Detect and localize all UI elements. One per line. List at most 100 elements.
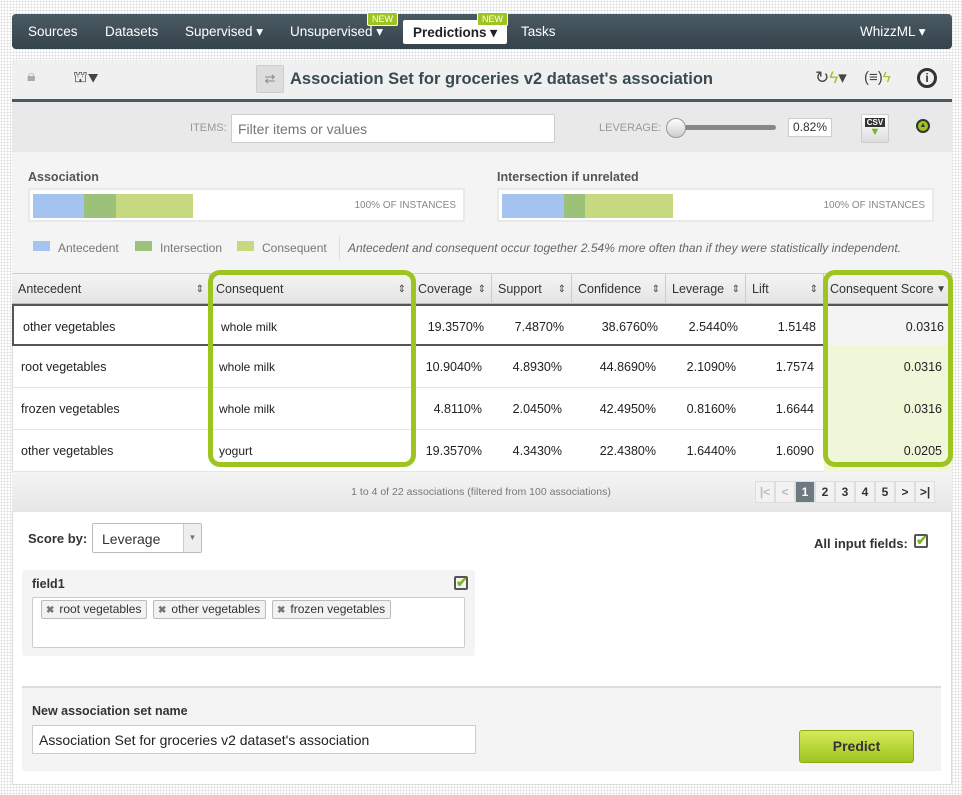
sort-icon[interactable]: ⇕: [558, 274, 566, 305]
antecedent-segment: [502, 194, 564, 218]
cell-leverage: 2.5440%: [688, 320, 738, 334]
new-name-label: New association set name: [32, 704, 188, 718]
filter-items-input[interactable]: [231, 114, 555, 143]
all-input-fields-checkbox[interactable]: ✔: [914, 533, 928, 548]
lock-icon[interactable]: 🔒︎: [27, 68, 36, 86]
prev-page-button[interactable]: <: [775, 481, 795, 503]
model-tree-icon[interactable]: ⛫▾: [73, 68, 99, 88]
first-page-button[interactable]: |<: [755, 481, 775, 503]
cell-coverage: 10.9040%: [425, 360, 482, 374]
field-checkbox[interactable]: ✔: [454, 575, 468, 590]
nav-tasks[interactable]: Tasks: [521, 14, 556, 49]
last-page-button[interactable]: >|: [915, 481, 935, 503]
intersection-segment: [84, 194, 116, 218]
page-title: Association Set for groceries v2 dataset…: [290, 70, 713, 88]
cell-support: 4.3430%: [512, 444, 562, 458]
csv-download-button[interactable]: CSV ▼: [861, 114, 889, 143]
nav-sources[interactable]: Sources: [28, 14, 78, 49]
column-header[interactable]: Support ⇕: [492, 274, 572, 305]
intersection-unrelated-label: Intersection if unrelated: [497, 170, 639, 184]
legend-antecedent: Antecedent: [58, 241, 119, 255]
consequent-highlight: [208, 270, 416, 467]
antecedent-segment: [33, 194, 84, 218]
cell-confidence: 44.8690%: [599, 360, 656, 374]
sort-icon[interactable]: ⇕: [196, 274, 204, 305]
column-header[interactable]: Lift ⇕: [746, 274, 824, 305]
association-icon: ⇄: [256, 65, 284, 93]
table-row[interactable]: root vegetables whole milk 10.9040% 4.8930%…: [12, 346, 952, 388]
table-row[interactable]: other vegetables yogurt 19.3570% 4.3430% 22.…: [12, 430, 952, 472]
page-2[interactable]: 2: [815, 481, 835, 503]
page-4[interactable]: 4: [855, 481, 875, 503]
leverage-value[interactable]: 0.82%: [788, 118, 832, 137]
legend-swatch-consequent: [237, 241, 254, 251]
association-bar: 100% OF INSTANCES: [28, 188, 465, 222]
table-header: Antecedent ⇕ Consequent ⇕ Coverage ⇕ Support ⇕ C…: [12, 273, 952, 305]
leverage-slider-track[interactable]: [676, 125, 776, 130]
remove-icon[interactable]: ✖: [277, 605, 285, 616]
sort-icon[interactable]: ⇕: [810, 274, 818, 305]
predict-button[interactable]: Predict: [799, 730, 914, 763]
legend-swatch-antecedent: [33, 241, 50, 251]
leverage-slider-handle[interactable]: [666, 118, 686, 138]
summary-note: Antecedent and consequent occur together…: [348, 241, 902, 255]
cell-coverage: 4.8110%: [433, 402, 482, 416]
formula-icon[interactable]: (≡)ϟ: [864, 69, 891, 86]
table-row[interactable]: other vegetables whole milk 19.3570% 7.4870…: [12, 304, 954, 348]
nav-supervised[interactable]: Supervised ▾: [185, 14, 263, 49]
sort-icon[interactable]: ⇕: [732, 274, 740, 305]
cell-leverage: 1.6440%: [686, 444, 736, 458]
reify-icon[interactable]: ↻ϟ▾: [815, 68, 847, 88]
next-page-button[interactable]: >: [895, 481, 915, 503]
page-5[interactable]: 5: [875, 481, 895, 503]
cell-support: 2.0450%: [512, 402, 562, 416]
score-highlight: [823, 270, 953, 467]
instances-label: 100% OF INSTANCES: [354, 200, 456, 211]
cell-leverage: 2.1090%: [686, 360, 736, 374]
cell-lift: 1.5148: [777, 320, 816, 334]
item-chip[interactable]: ✖ root vegetables: [41, 600, 148, 619]
sort-icon[interactable]: ⇕: [652, 274, 660, 305]
cell-lift: 1.6644: [775, 402, 814, 416]
sort-icon[interactable]: ⇕: [478, 274, 486, 305]
score-by-select[interactable]: Leverage ▼: [92, 523, 202, 553]
consequent-segment: [116, 194, 193, 218]
items-label: ITEMS:: [190, 122, 227, 134]
association-label: Association: [28, 170, 99, 184]
cell-antecedent: frozen vegetables: [21, 402, 120, 416]
info-icon[interactable]: i: [917, 68, 937, 88]
cell-antecedent: other vegetables: [23, 320, 116, 334]
score-by-label: Score by:: [28, 531, 88, 546]
cell-lift: 1.6090: [775, 444, 814, 458]
column-header[interactable]: Confidence ⇕: [572, 274, 666, 305]
cell-antecedent: root vegetables: [21, 360, 107, 374]
cell-support: 7.4870%: [514, 320, 564, 334]
collapse-icon[interactable]: ▲: [916, 119, 930, 133]
new-name-input[interactable]: [32, 725, 476, 754]
column-header[interactable]: Antecedent ⇕: [12, 274, 210, 305]
column-header[interactable]: Coverage ⇕: [412, 274, 492, 305]
field-name: field1: [32, 577, 65, 591]
nav-whizzml[interactable]: WhizzML ▾: [860, 14, 926, 49]
intersection-bar: 100% OF INSTANCES: [497, 188, 934, 222]
legend-consequent: Consequent: [262, 241, 327, 255]
table-row[interactable]: frozen vegetables whole milk 4.8110% 2.0450…: [12, 388, 952, 430]
item-chip[interactable]: ✖ frozen vegetables: [272, 600, 392, 619]
score-by-value: Leverage: [102, 531, 161, 547]
new-badge: NEW: [477, 12, 508, 26]
cell-confidence: 22.4380%: [599, 444, 656, 458]
nav-datasets[interactable]: Datasets: [105, 14, 158, 49]
cell-leverage: 0.8160%: [686, 402, 736, 416]
cell-coverage: 19.3570%: [427, 320, 484, 334]
legend-swatch-intersection: [135, 241, 152, 251]
item-chip[interactable]: ✖ other vegetables: [153, 600, 267, 619]
cell-coverage: 19.3570%: [425, 444, 482, 458]
legend-intersection: Intersection: [160, 241, 223, 255]
cell-antecedent: other vegetables: [21, 444, 114, 458]
cell-lift: 1.7574: [775, 360, 814, 374]
remove-icon[interactable]: ✖: [158, 605, 166, 616]
remove-icon[interactable]: ✖: [46, 605, 54, 616]
column-header[interactable]: Leverage ⇕: [666, 274, 746, 305]
page-3[interactable]: 3: [835, 481, 855, 503]
page-1[interactable]: 1: [795, 481, 815, 503]
